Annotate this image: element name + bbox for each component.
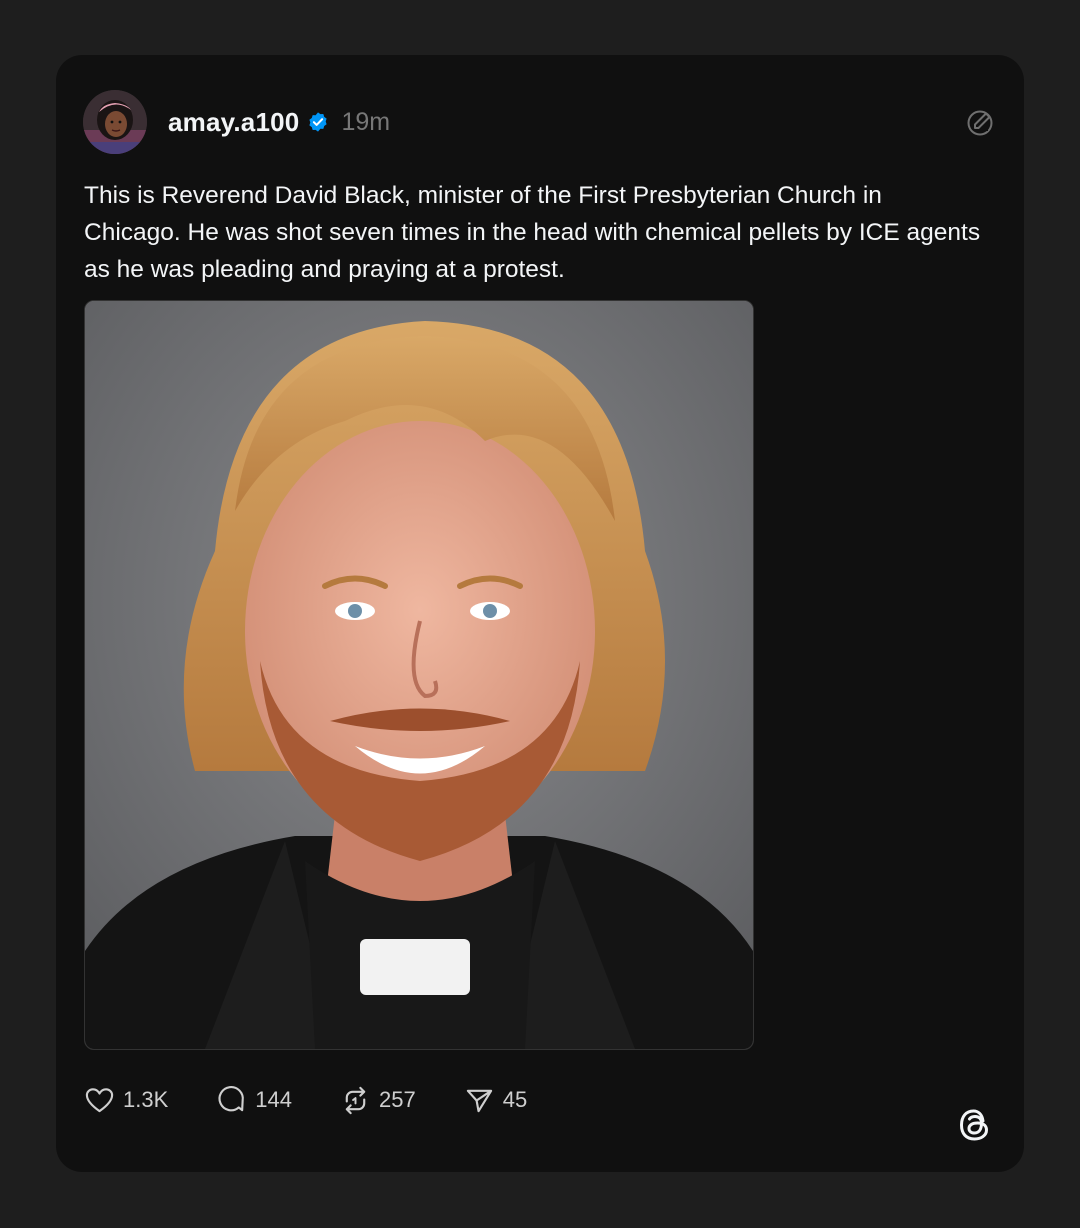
reply-button[interactable]: 144 bbox=[216, 1085, 292, 1116]
threads-logo-icon bbox=[956, 1106, 994, 1144]
repost-icon bbox=[345, 1086, 366, 1114]
post-actions: 1.3K 144 257 45 bbox=[84, 1083, 575, 1117]
post-card: amay.a100 19m This is Reverend David Bla… bbox=[56, 55, 1024, 1172]
post-text: This is Reverend David Black, minister o… bbox=[84, 182, 981, 283]
author-avatar[interactable] bbox=[83, 90, 147, 154]
post-author: amay.a100 19m bbox=[168, 105, 390, 139]
paper-plane-icon bbox=[466, 1089, 492, 1112]
heart-icon bbox=[85, 1087, 114, 1112]
share-count: 45 bbox=[502, 1087, 528, 1112]
reply-count: 144 bbox=[255, 1087, 292, 1112]
verified-badge-icon bbox=[307, 111, 329, 133]
share-button[interactable]: 45 bbox=[464, 1085, 527, 1116]
post-timestamp: 19m bbox=[341, 107, 391, 136]
speech-bubble-icon bbox=[218, 1085, 245, 1111]
like-button[interactable]: 1.3K bbox=[84, 1085, 168, 1116]
username[interactable]: amay.a100 bbox=[168, 107, 299, 138]
like-count: 1.3K bbox=[123, 1087, 169, 1112]
post-image[interactable] bbox=[84, 300, 754, 1050]
compose-icon[interactable] bbox=[964, 107, 996, 139]
repost-count: 257 bbox=[378, 1087, 416, 1112]
repost-button[interactable]: 257 bbox=[340, 1085, 416, 1116]
